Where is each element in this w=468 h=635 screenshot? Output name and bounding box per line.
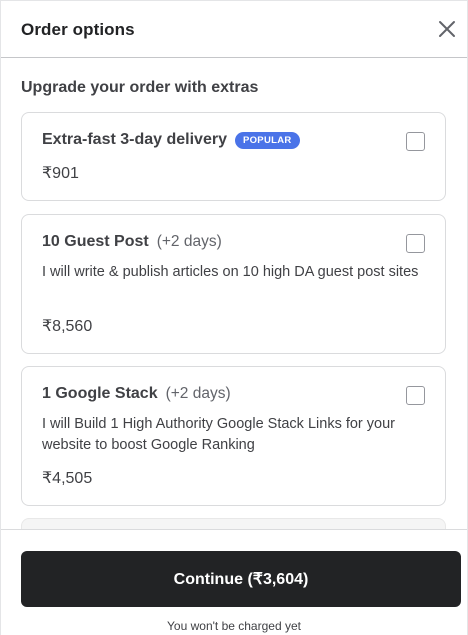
order-options-modal: Order options Upgrade your order with ex…	[0, 0, 468, 635]
extra-description: I will write & publish articles on 10 hi…	[42, 264, 419, 280]
charge-note: You won't be charged yet	[167, 619, 301, 633]
extra-checkbox[interactable]	[406, 234, 425, 253]
card-title-row: Extra-fast 3-day delivery POPULAR	[42, 131, 300, 149]
close-icon	[439, 21, 455, 37]
card-title-row: 1 Google Stack (+2 days)	[42, 385, 231, 403]
close-button[interactable]	[437, 19, 457, 39]
extra-card-fast-delivery[interactable]: Extra-fast 3-day delivery POPULAR ₹901	[21, 112, 446, 201]
extra-checkbox[interactable]	[406, 386, 425, 405]
extra-title: Extra-fast 3-day delivery	[42, 131, 227, 148]
modal-footer: Continue (₹3,604) You won't be charged y…	[1, 529, 467, 635]
continue-button[interactable]: Continue (₹3,604)	[21, 551, 461, 607]
extra-price: ₹8,560	[42, 318, 93, 335]
popular-badge: POPULAR	[234, 131, 300, 149]
extra-title: 1 Google Stack	[42, 385, 158, 402]
modal-header: Order options	[1, 1, 467, 58]
extra-card-google-stack[interactable]: 1 Google Stack (+2 days) I will Build 1 …	[21, 366, 446, 506]
extra-price: ₹4,505	[42, 470, 93, 487]
extra-card-guest-post[interactable]: 10 Guest Post (+2 days) I will write & p…	[21, 214, 446, 354]
extra-card-partial[interactable]	[21, 518, 446, 529]
extra-description: I will Build 1 High Authority Google Sta…	[42, 416, 395, 453]
extra-days: (+2 days)	[165, 385, 231, 402]
extras-scroll-area[interactable]: Upgrade your order with extras Extra-fas…	[1, 59, 467, 529]
modal-title: Order options	[21, 20, 135, 39]
card-title-row: 10 Guest Post (+2 days)	[42, 233, 222, 251]
extra-days: (+2 days)	[156, 233, 222, 250]
extra-price: ₹901	[42, 165, 79, 182]
section-title: Upgrade your order with extras	[21, 79, 259, 96]
extra-checkbox[interactable]	[406, 132, 425, 151]
extra-title: 10 Guest Post	[42, 233, 149, 250]
